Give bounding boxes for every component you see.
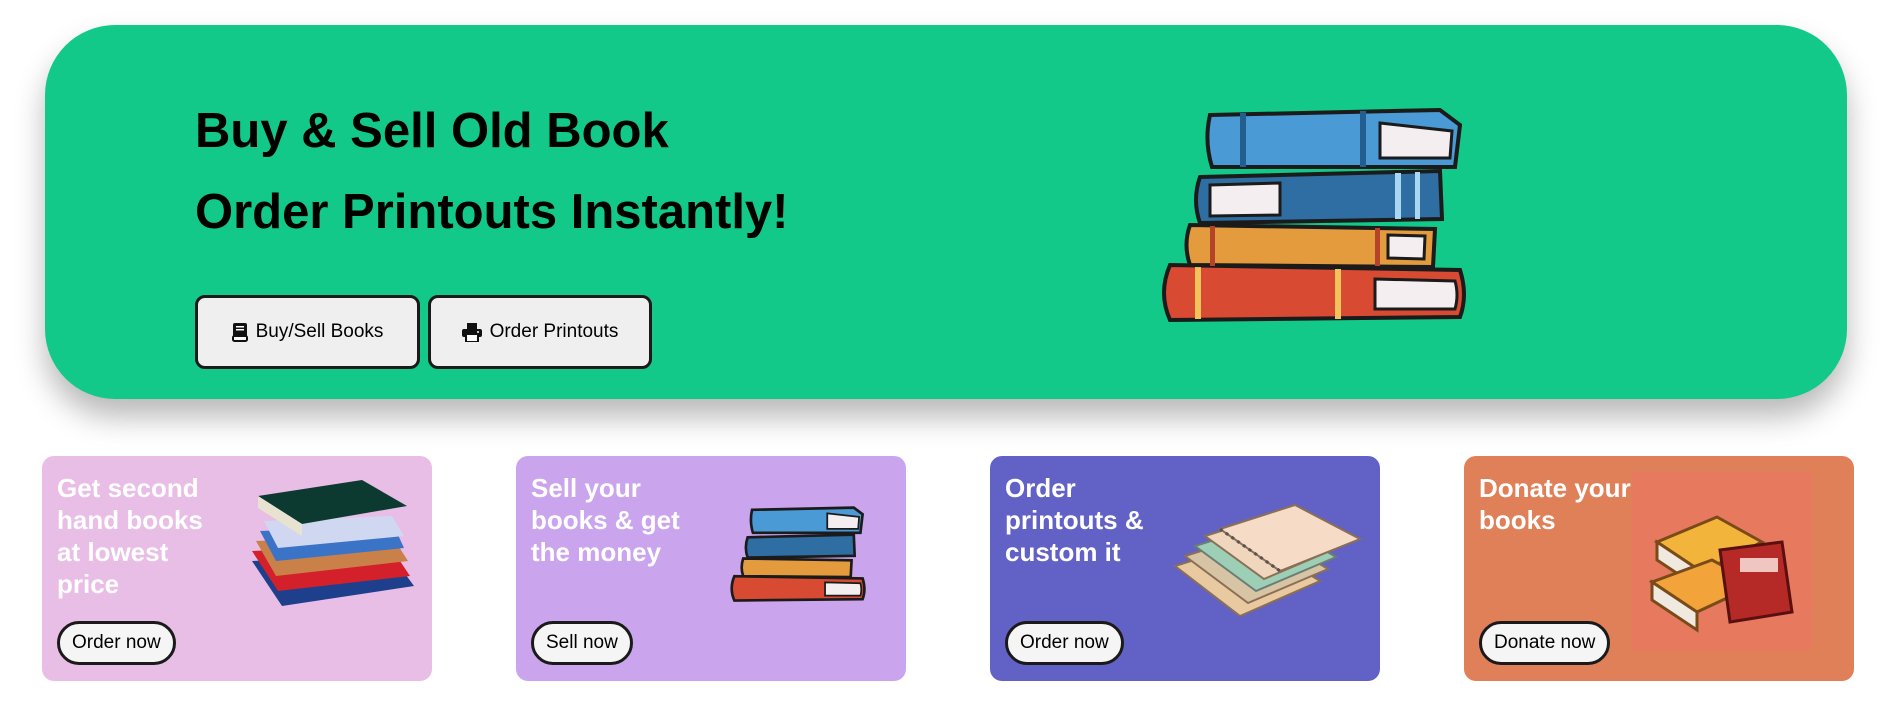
hero-subtitle: Order Printouts Instantly! [195,185,789,239]
buy-sell-books-button[interactable]: Buy/Sell Books [195,295,420,369]
card-sell-books: Sell your books & get the money Sell now [516,456,906,681]
buy-sell-books-label: Buy/Sell Books [255,321,384,342]
card-text: Donate your books [1479,473,1631,535]
card-buy-books: Get second hand books at lowest price Or… [42,456,432,681]
donated-books-illustration [1632,472,1812,650]
printer-icon [461,322,482,342]
order-now-button[interactable]: Order now [1005,621,1124,665]
stacked-books-illustration [730,506,866,602]
card-donate-books: Donate your books Donate now [1464,456,1854,681]
card-text: Order printouts & custom it [1005,473,1144,567]
stacked-books-illustration [1162,107,1466,323]
book-icon [231,322,248,342]
book-stack-photo [252,480,414,606]
sell-now-button[interactable]: Sell now [531,621,633,665]
card-text: Sell your books & get the money [531,473,680,567]
notebooks-illustration [1172,503,1363,618]
donate-now-button[interactable]: Donate now [1479,621,1611,665]
card-text: Get second hand books at lowest price [57,473,203,599]
order-printouts-button[interactable]: Order Printouts [428,295,652,369]
card-order-printouts: Order printouts & custom it Order now [990,456,1380,681]
order-printouts-label: Order Printouts [489,321,619,342]
hero-banner: Buy & Sell Old Book Order Printouts Inst… [45,25,1847,399]
hero-title: Buy & Sell Old Book [195,104,669,158]
order-now-button[interactable]: Order now [57,621,176,665]
